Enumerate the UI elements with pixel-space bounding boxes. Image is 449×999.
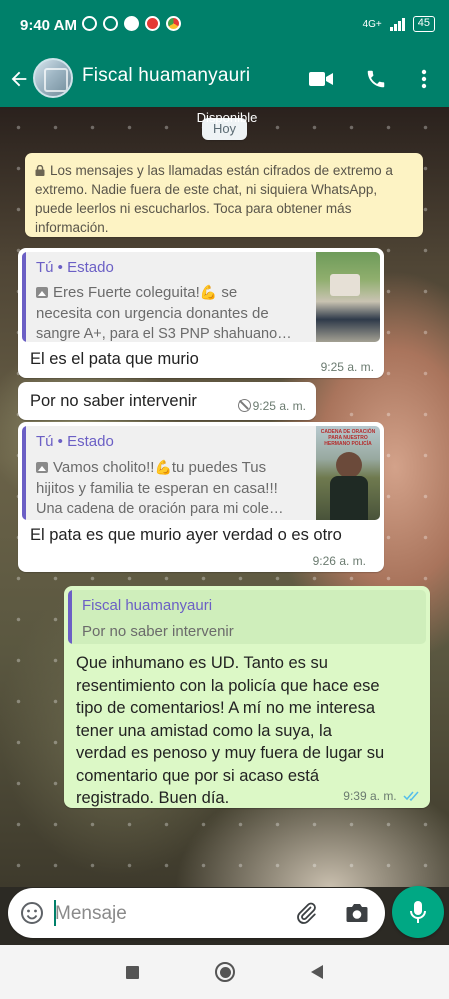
quoted-status[interactable]: Tú • Estado Vamos cholito!!💪tu puedes Tu… [22,426,380,520]
system-nav-bar [0,945,449,999]
contact-status: Disponible [196,110,258,125]
quote-text: se [217,284,238,301]
status-thumbnail: CADENA DE ORACIÓN PARA NUESTRO HERMANO P… [316,426,380,520]
message-line: resentimiento con la policía que hace es… [76,676,380,695]
photo-icon [36,287,48,298]
lock-icon [35,162,45,176]
chrome-icon [166,16,181,31]
quote-line: Vamos cholito!!💪tu puedes Tus [36,457,266,478]
message-meta: 9:25 a. m. [237,399,306,413]
message-text: Por no saber intervenir [30,392,197,410]
status-time: 9:40 AM [20,17,77,34]
status-thumbnail [316,252,380,342]
more-vertical-icon[interactable] [409,64,439,94]
message-line: comentario que por si acaso está [76,766,320,785]
message-time: 9:26 a. m. [312,554,366,568]
shield-icon [124,16,139,31]
quote-text: Una cadena de oración para mi cole… [36,501,284,517]
message-text: El pata es que murio ayer verdad o es ot… [30,526,342,544]
encryption-notice[interactable]: Los mensajes y las llamadas están cifrad… [25,153,423,237]
quote-text: Por no saber intervenir [82,623,234,640]
thumbnail-caption: CADENA DE ORACIÓN PARA NUESTRO HERMANO P… [320,429,376,447]
message-time: 9:39 a. m. [343,789,397,803]
message-bubble[interactable]: Por no saber intervenir 9:25 a. m. [18,382,316,420]
microphone-icon[interactable] [392,886,444,938]
message-line: registrado. Buen día. [76,789,230,807]
battery-icon: 45 [412,16,435,32]
flexed-biceps-icon: 💪 [154,459,172,475]
chat-header: Fiscal huamanyauri [0,52,449,107]
recents-icon[interactable] [121,961,143,983]
message-line: Que inhumano es UD. Tanto es su [76,654,328,672]
message-text: Que inhumano es UD. Tanto es su resentim… [76,652,384,810]
emoji-icon[interactable] [18,899,46,927]
message-meta: 9:39 a. m. [343,789,420,803]
double-check-icon [403,791,419,802]
quote-text: tu puedes Tus [171,459,267,476]
message-text: El es el pata que murio [30,350,199,368]
phone-icon[interactable] [361,64,391,94]
blocked-icon [237,399,251,412]
system-indicators: 4G+ 45 [363,16,435,32]
video-call-icon[interactable] [306,64,336,94]
message-bubble-outgoing[interactable]: Fiscal huamanyauri Por no saber interven… [64,586,430,808]
alarm-icon [82,16,97,31]
message-placeholder: Mensaje [55,903,127,924]
quote-text: Vamos cholito!! [53,459,155,476]
back-nav-icon[interactable] [306,961,328,983]
status-bar: 9:40 AM 4G+ 45 [0,0,449,52]
arrow-left-icon[interactable] [6,64,32,94]
photo-icon [36,462,48,473]
encryption-text: Los mensajes y las llamadas están cifrad… [35,163,393,235]
quote-author: Fiscal huamanyauri [82,597,213,614]
quote-author: Tú • Estado [36,259,114,276]
home-icon[interactable] [214,961,236,983]
app-notification-icon [145,16,160,31]
signal-icon [389,17,405,31]
quote-text: sangre A+, para el S3 PNP shahuano… [36,326,292,342]
quote-line: Eres Fuerte coleguita!💪 se [36,282,237,303]
message-input[interactable]: Mensaje [8,888,385,938]
message-line: verdad es penoso y muy fuera de lugar su [76,744,385,762]
message-line: tener una amistad como la suya, la [76,721,332,740]
message-bubble[interactable]: Tú • Estado Vamos cholito!!💪tu puedes Tu… [18,422,384,572]
network-type: 4G+ [362,18,382,30]
headset-icon [103,16,118,31]
avatar[interactable] [33,58,73,98]
quote-text: Eres Fuerte coleguita! [53,284,200,301]
quote-text: hijitos y familia te esperan en casa!!! [36,480,278,497]
notification-icons [82,16,181,31]
camera-icon[interactable] [343,899,371,927]
message-time: 9:25 a. m. [252,399,306,413]
message-bubble[interactable]: Tú • Estado Eres Fuerte coleguita!💪 se n… [18,248,384,378]
flexed-biceps-icon: 💪 [199,284,218,300]
message-line: tipo de comentarios! A mí no me interesa [76,699,375,717]
message-time: 9:25 a. m. [320,360,374,374]
quote-author: Tú • Estado [36,433,114,450]
quoted-message[interactable]: Fiscal huamanyauri Por no saber interven… [68,590,426,644]
quoted-status[interactable]: Tú • Estado Eres Fuerte coleguita!💪 se n… [22,252,380,342]
paperclip-icon[interactable] [292,899,320,927]
contact-name[interactable]: Fiscal huamanyauri [82,65,250,87]
quote-text: necesita con urgencia donantes de [36,305,269,322]
